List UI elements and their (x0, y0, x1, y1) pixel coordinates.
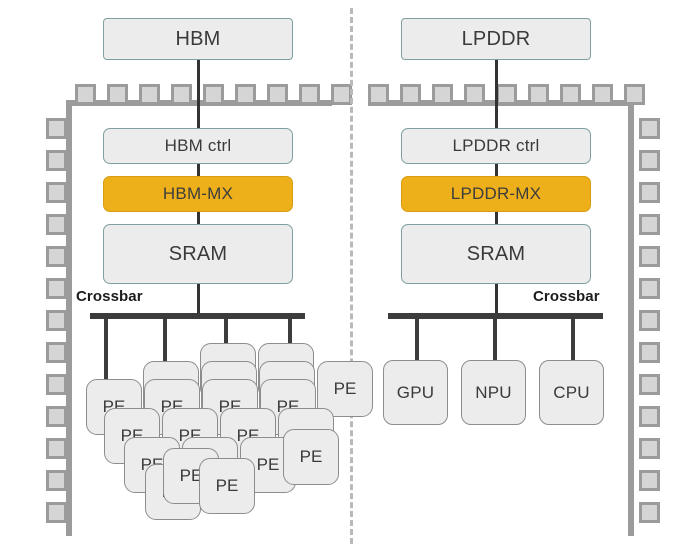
io-pad (592, 84, 613, 105)
io-pad (139, 84, 160, 105)
io-pad (368, 84, 389, 105)
compute-unit-label: GPU (396, 382, 435, 402)
io-pad (46, 214, 67, 235)
crossbar-drop (493, 317, 497, 362)
io-pad (46, 470, 67, 491)
crossbar-drop (415, 317, 419, 362)
io-pad (46, 182, 67, 203)
compute-unit-gpu[interactable]: GPU (383, 360, 448, 425)
io-pad (46, 374, 67, 395)
io-pad (639, 118, 660, 139)
pe-label: PE (215, 476, 239, 495)
compute-unit-label: CPU (553, 382, 590, 402)
hbm-memory-label: HBM (175, 27, 221, 50)
io-pad (46, 150, 67, 171)
left-crossbar-bus (90, 313, 305, 319)
io-pad (624, 84, 645, 105)
sram-to-crossbar-wire (197, 280, 200, 315)
section-divider (350, 8, 353, 544)
io-pad (46, 118, 67, 139)
io-pad (267, 84, 288, 105)
crossbar-drop (571, 317, 575, 362)
lpddr-to-rail-wire (495, 57, 498, 135)
io-pad (203, 84, 224, 105)
io-pad (639, 310, 660, 331)
lpddr-ctrl-label: LPDDR ctrl (452, 136, 540, 155)
compute-unit-npu[interactable]: NPU (461, 360, 526, 425)
io-pad (639, 406, 660, 427)
hbm-ctrl-block[interactable]: HBM ctrl (103, 128, 293, 164)
io-pad (639, 182, 660, 203)
lpddr-memory-block[interactable]: LPDDR (401, 18, 591, 60)
io-pad (46, 502, 67, 523)
lpddr-ctrl-block[interactable]: LPDDR ctrl (401, 128, 591, 164)
io-pad (639, 438, 660, 459)
io-pad (331, 84, 352, 105)
io-pad (528, 84, 549, 105)
pe-unit[interactable]: PE (199, 458, 255, 514)
hbm-mx-block[interactable]: HBM-MX (103, 176, 293, 212)
lpddr-system-group: LPDDR LPDDR ctrl LPDDR-MX SRAM Crossbar … (350, 0, 700, 552)
io-pad (496, 84, 517, 105)
lpddr-memory-label: LPDDR (461, 27, 531, 50)
io-pad (639, 246, 660, 267)
io-pad (639, 278, 660, 299)
io-pad (639, 470, 660, 491)
io-pad (107, 84, 128, 105)
pe-unit[interactable]: PE (283, 429, 339, 485)
sram-to-crossbar-wire (495, 280, 498, 315)
hbm-memory-block[interactable]: HBM (103, 18, 293, 60)
io-pad (639, 214, 660, 235)
io-pad (560, 84, 581, 105)
io-pad (639, 150, 660, 171)
pe-label: PE (299, 447, 323, 466)
hbm-ctrl-label: HBM ctrl (164, 136, 232, 155)
io-pad (171, 84, 192, 105)
compute-unit-cpu[interactable]: CPU (539, 360, 604, 425)
pe-label: PE (333, 379, 357, 398)
hbm-sram-block[interactable]: SRAM (103, 224, 293, 284)
lpddr-mx-label: LPDDR-MX (450, 184, 542, 203)
lpddr-mx-block[interactable]: LPDDR-MX (401, 176, 591, 212)
lpddr-sram-label: SRAM (466, 242, 526, 265)
hbm-sram-label: SRAM (168, 242, 228, 265)
io-pad (46, 342, 67, 363)
hbm-system-group: HBM HBM ctrl HBM-MX SRAM Crossbar PE PE … (0, 0, 373, 552)
io-pad (46, 310, 67, 331)
lpddr-sram-block[interactable]: SRAM (401, 224, 591, 284)
io-pad (46, 438, 67, 459)
io-pad (464, 84, 485, 105)
hbm-mx-label: HBM-MX (162, 184, 234, 203)
io-pad (46, 278, 67, 299)
compute-unit-label: NPU (475, 382, 512, 402)
lpddr-package-right-rail (628, 100, 634, 536)
diagram-canvas: HBM HBM ctrl HBM-MX SRAM Crossbar PE PE … (0, 0, 700, 552)
io-pad (400, 84, 421, 105)
hbm-to-rail-wire (197, 57, 200, 135)
io-pad (639, 342, 660, 363)
io-pad (639, 374, 660, 395)
right-crossbar-label: Crossbar (533, 288, 600, 305)
pe-label: PE (256, 455, 280, 474)
io-pad (75, 84, 96, 105)
io-pad (46, 246, 67, 267)
io-pad (299, 84, 320, 105)
io-pad (432, 84, 453, 105)
io-pad (46, 406, 67, 427)
left-crossbar-label: Crossbar (76, 288, 143, 305)
io-pad (235, 84, 256, 105)
io-pad (639, 502, 660, 523)
